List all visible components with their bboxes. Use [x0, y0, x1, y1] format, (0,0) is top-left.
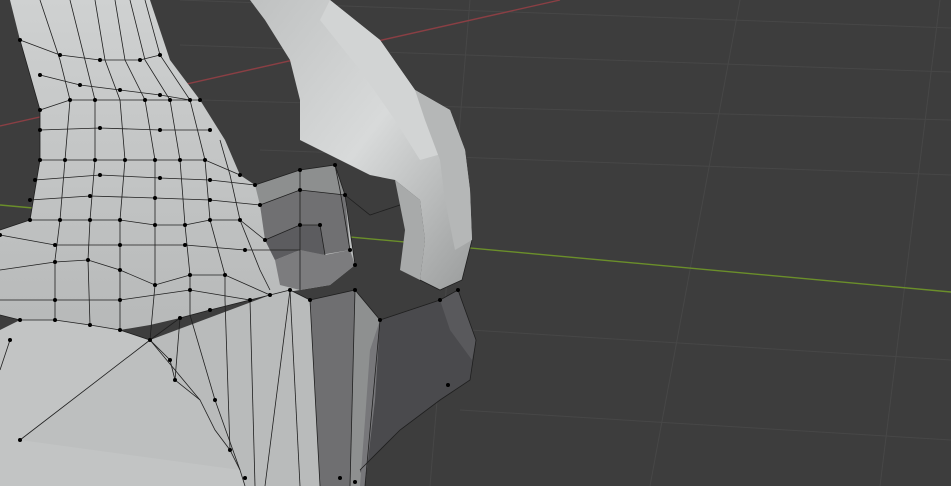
viewport-canvas[interactable]	[0, 0, 951, 486]
3d-viewport[interactable]	[0, 0, 951, 486]
